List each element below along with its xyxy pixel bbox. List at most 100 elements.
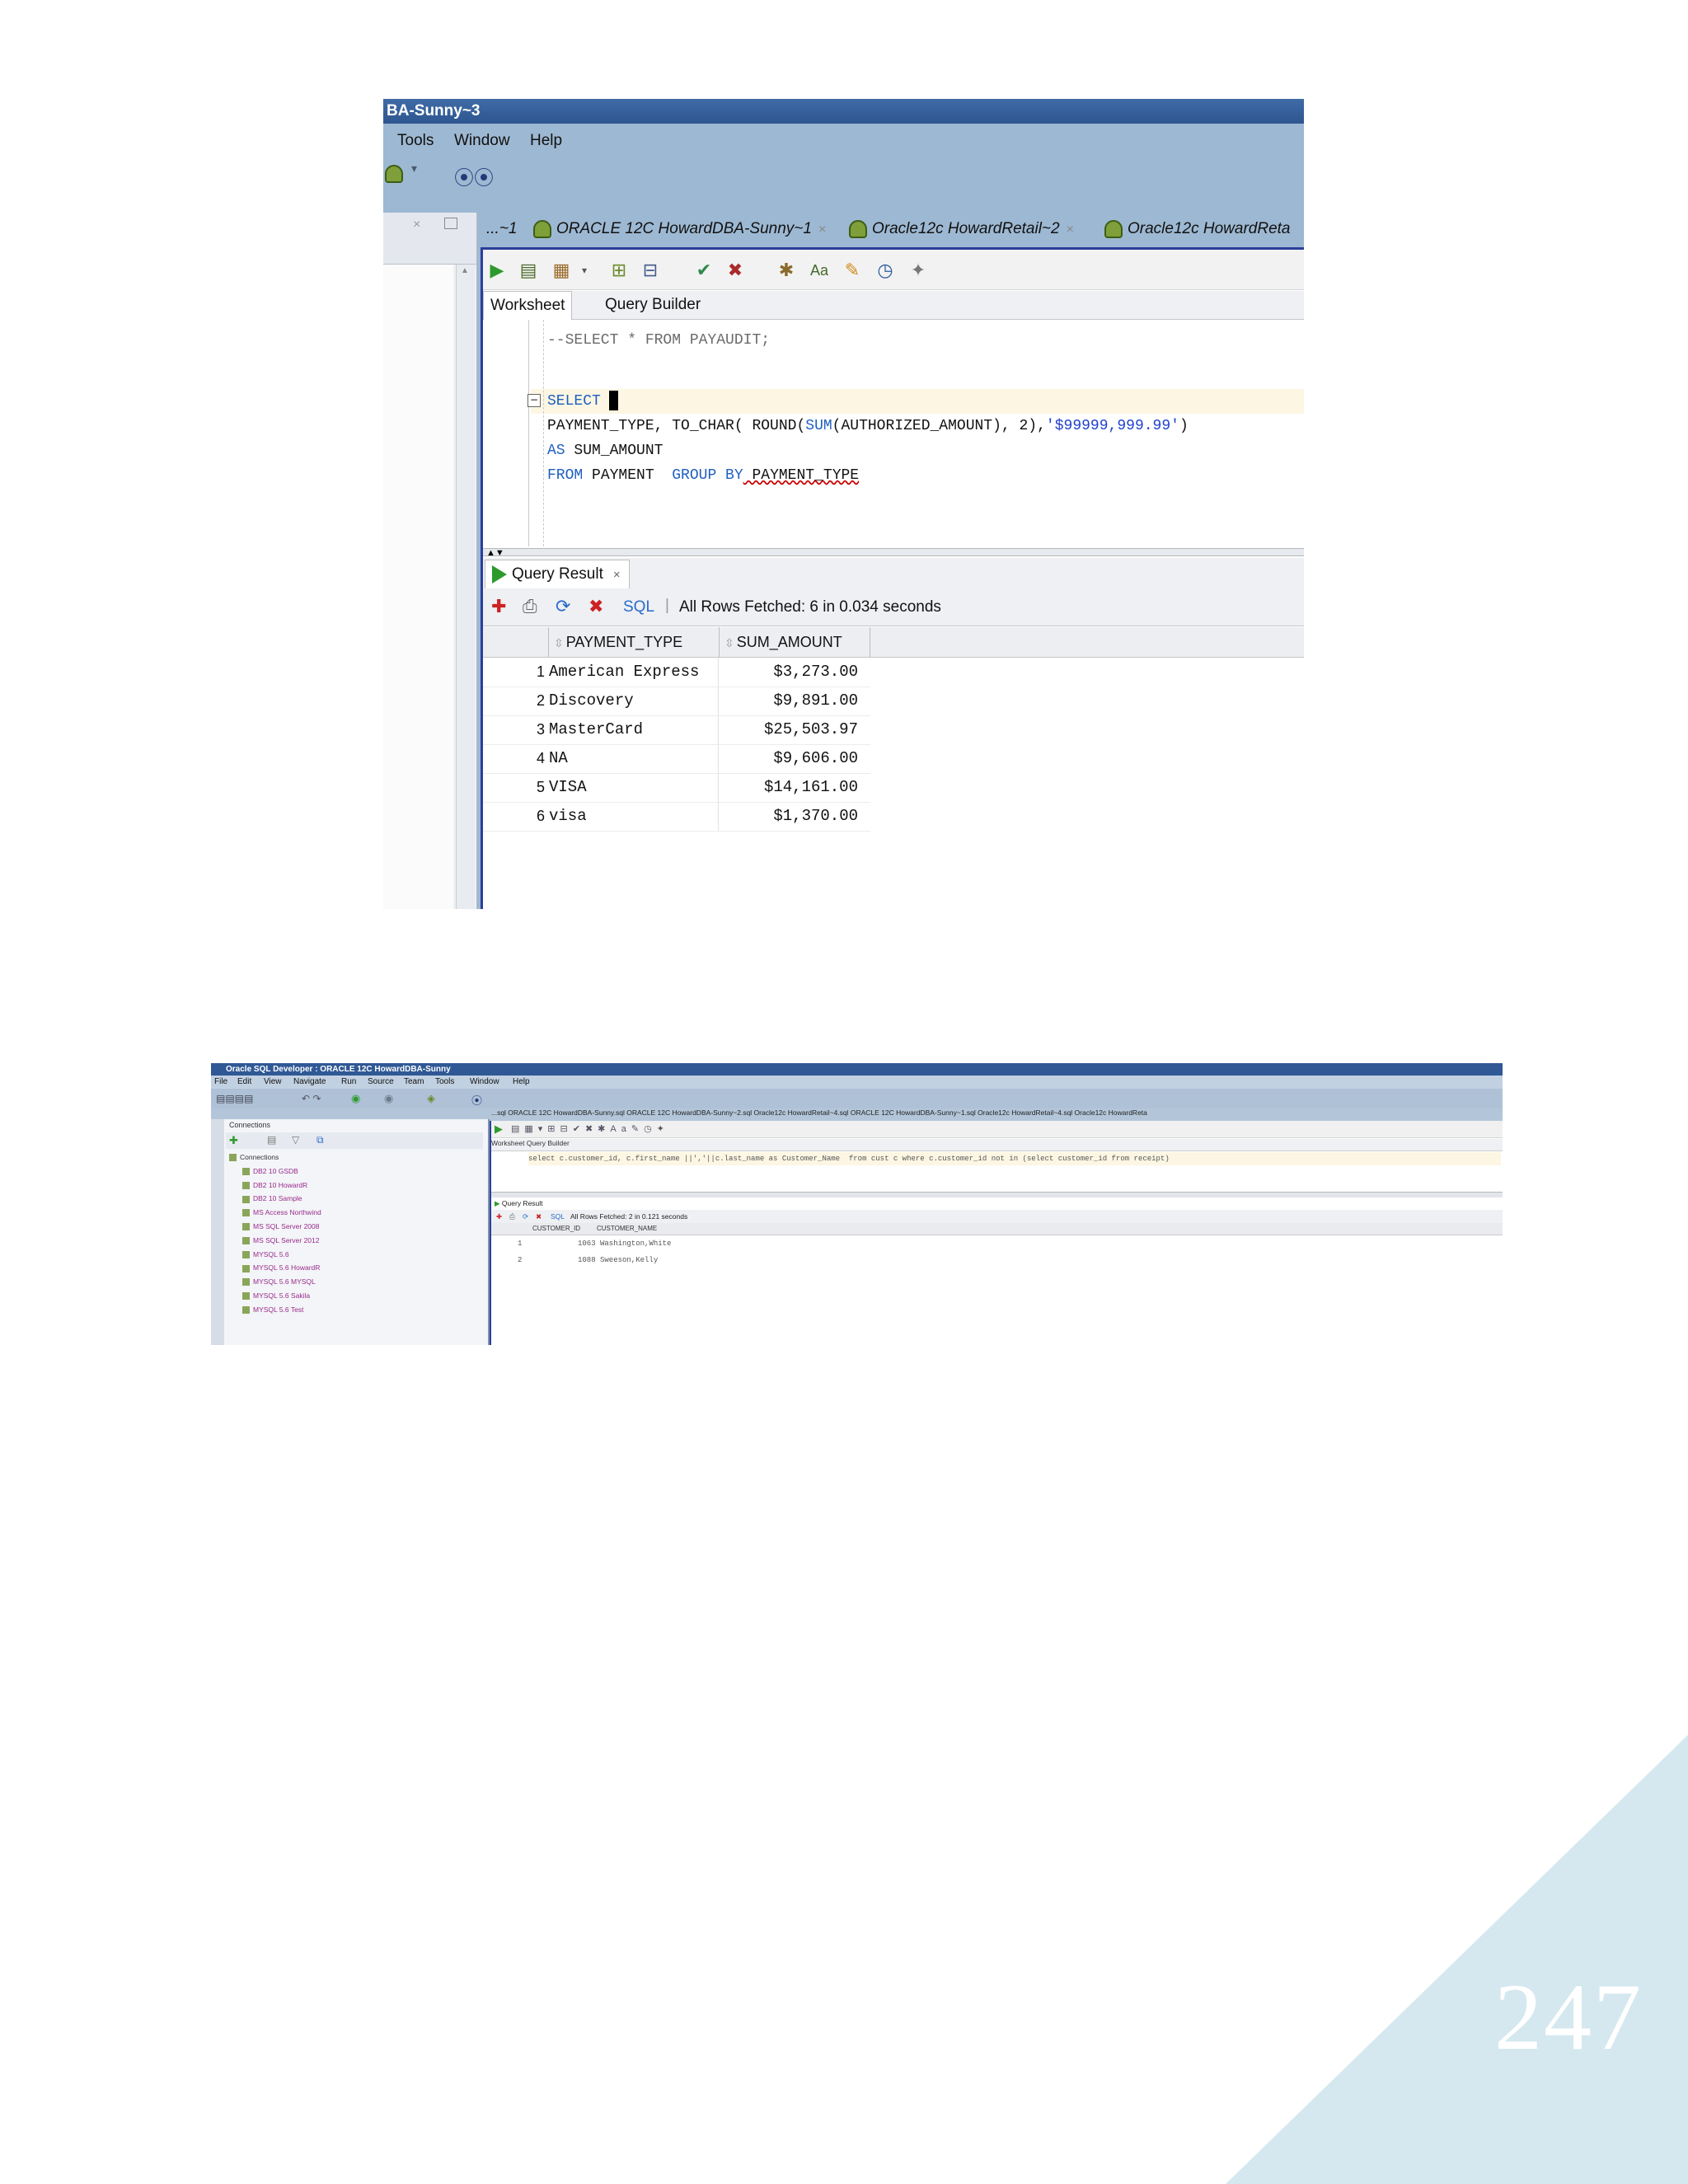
tree-item[interactable]: Connections <box>229 1151 321 1165</box>
close-icon[interactable]: × <box>818 223 826 237</box>
menu-tools[interactable]: Tools <box>435 1076 454 1089</box>
format-wrench-icon[interactable]: ✦ <box>907 260 929 281</box>
editor-result-splitter[interactable] <box>491 1192 1503 1197</box>
dropdown-arrow-icon[interactable]: ▾ <box>411 162 417 176</box>
tab-worksheet-1[interactable]: ...~1 <box>486 213 518 246</box>
tab-oracle-howardretail-2[interactable]: Oracle12c HowardRetail~2 × <box>849 213 1074 246</box>
minimize-icon[interactable] <box>444 218 457 229</box>
sql-history-icon[interactable]: ◷ <box>874 260 896 281</box>
print-icon[interactable]: ⎙ <box>523 596 537 617</box>
pin-icon[interactable]: ✚ <box>491 596 506 617</box>
pin-icon[interactable]: ✚ <box>496 1210 502 1223</box>
left-panel-scrollbar[interactable]: ▲ <box>456 265 475 909</box>
table-row[interactable]: 5 VISA $14,161.00 <box>483 773 870 803</box>
connection-icon <box>242 1278 250 1286</box>
menu-help[interactable]: Help <box>530 132 562 150</box>
cancel-query-icon[interactable]: ✖ <box>536 1210 542 1223</box>
table-row[interactable]: 3 MasterCard $25,503.97 <box>483 715 870 745</box>
sql-code-area[interactable]: − --SELECT * FROM PAYAUDIT; SELECT PAYME… <box>528 320 1304 546</box>
menu-tools[interactable]: Tools <box>397 132 434 150</box>
menu-team[interactable]: Team <box>404 1076 424 1089</box>
menu-run[interactable]: Run <box>341 1076 356 1089</box>
tree-item[interactable]: MS SQL Server 2012 <box>229 1234 321 1248</box>
refresh-icon[interactable]: ⟳ <box>523 1210 528 1223</box>
add-connection-icon[interactable]: ✚ <box>229 1134 238 1147</box>
autotrace-icon[interactable]: ▦ <box>551 260 572 281</box>
tab-oracle-howardretail[interactable]: Oracle12c HowardReta <box>1104 213 1290 246</box>
column-header-sum-amount[interactable]: ⇳ SUM_AMOUNT <box>720 627 870 657</box>
tab-query-builder[interactable]: Query Builder <box>598 291 707 319</box>
sql-tuning-icon[interactable]: ⊟ <box>640 260 661 281</box>
tree-item[interactable]: MS SQL Server 2008 <box>229 1220 321 1234</box>
worksheet-subtab-bar[interactable]: Worksheet Query Builder <box>491 1139 1503 1151</box>
tab-worksheet[interactable]: Worksheet <box>483 291 573 320</box>
tree-item[interactable]: MYSQL 5.6 Test <box>229 1303 321 1317</box>
dropdown-arrow-icon[interactable]: ▾ <box>574 260 595 281</box>
close-icon[interactable]: × <box>613 568 621 582</box>
binoculars-icon[interactable]: ⦿⦿ <box>454 162 494 190</box>
refresh-icon[interactable]: ⟳ <box>556 596 570 617</box>
forward-icon[interactable]: ◉ <box>384 1092 393 1105</box>
sql-code-area[interactable]: select c.customer_id, c.first_name ||','… <box>491 1151 1503 1191</box>
column-header-payment-type[interactable]: ⇳ PAYMENT_TYPE <box>549 627 720 657</box>
table-row[interactable]: 4 NA $9,606.00 <box>483 744 870 774</box>
refresh-icon[interactable]: ▤ <box>267 1134 276 1146</box>
menu-bar <box>383 124 1304 153</box>
tree-item[interactable]: MS Access Northwind <box>229 1206 321 1220</box>
print-icon[interactable]: ⎙ <box>509 1210 515 1223</box>
menu-help[interactable]: Help <box>513 1076 530 1089</box>
explain-plan-icon[interactable]: ⊞ <box>608 260 630 281</box>
scroll-up-icon[interactable]: ▲ <box>461 266 469 275</box>
column-header-customer-name[interactable]: CUSTOMER_NAME <box>597 1223 657 1235</box>
commit-icon[interactable]: ✔ <box>693 260 715 281</box>
menu-file[interactable]: File <box>214 1076 227 1089</box>
unshared-sql-icon[interactable]: ✱ <box>776 260 797 281</box>
clear-eraser-icon[interactable]: ✎ <box>842 260 863 281</box>
sort-icon[interactable]: ⇳ <box>724 636 734 649</box>
binoculars-icon[interactable]: ⦿ <box>471 1092 482 1108</box>
worksheet-tools-icons[interactable]: ▤▦▾⊞⊟✔✖✱Aa✎◷✦ <box>511 1123 669 1134</box>
table-row[interactable]: 2 Discovery $9,891.00 <box>483 687 870 716</box>
undo-redo-icon[interactable]: ↶ ↷ <box>302 1093 321 1104</box>
page-number: 247 <box>1494 1965 1643 2070</box>
new-file-icon[interactable]: ▤▤▤▤ <box>216 1093 253 1104</box>
run-statement-icon[interactable]: ▶ <box>486 260 508 281</box>
tree-item[interactable]: DB2 10 Sample <box>229 1192 321 1206</box>
editor-tab-bar[interactable]: ...sql ORACLE 12C HowardDBA-Sunny.sql OR… <box>491 1108 1503 1121</box>
menu-window[interactable]: Window <box>454 132 510 150</box>
tree-item[interactable]: MYSQL 5.6 Sakila <box>229 1289 321 1303</box>
tree-item[interactable]: DB2 10 GSDB <box>229 1165 321 1179</box>
close-icon[interactable]: × <box>413 218 420 232</box>
run-script-icon[interactable]: ▤ <box>518 260 539 281</box>
menu-edit[interactable]: Edit <box>237 1076 251 1089</box>
tab-query-result[interactable]: ▶ Query Result <box>495 1198 543 1209</box>
menu-navigate[interactable]: Navigate <box>293 1076 326 1089</box>
tree-item[interactable]: DB2 10 HowardR <box>229 1179 321 1193</box>
to-upper-lower-icon[interactable]: Aa <box>809 260 830 281</box>
sql-worksheet-icon[interactable] <box>385 165 403 183</box>
back-icon[interactable]: ◉ <box>351 1092 360 1105</box>
sql-link[interactable]: SQL <box>623 598 654 616</box>
table-row[interactable]: 6 visa $1,370.00 <box>483 802 870 832</box>
column-header-customer-id[interactable]: CUSTOMER_ID <box>532 1223 580 1235</box>
menu-source[interactable]: Source <box>368 1076 394 1089</box>
tree-item[interactable]: MYSQL 5.6 <box>229 1248 321 1262</box>
fold-toggle-icon[interactable]: − <box>528 394 541 407</box>
menu-window[interactable]: Window <box>470 1076 499 1089</box>
sql-link[interactable]: SQL <box>551 1210 565 1223</box>
tab-query-result[interactable]: Query Result × <box>485 560 630 588</box>
run-statement-icon[interactable]: ▶ <box>495 1122 503 1136</box>
filter-icon[interactable]: ▽ <box>292 1134 299 1146</box>
tree-item[interactable]: MYSQL 5.6 HowardR <box>229 1261 321 1275</box>
editor-result-splitter[interactable]: ▲▼ <box>483 548 1304 558</box>
cancel-query-icon[interactable]: ✖ <box>588 596 603 617</box>
sort-icon[interactable]: ⇳ <box>554 636 564 649</box>
table-row[interactable]: 1 American Express $3,273.00 <box>483 658 870 687</box>
schema-browser-icon[interactable]: ⧉ <box>316 1134 324 1146</box>
tab-oracle-howarddba[interactable]: ORACLE 12C HowardDBA-Sunny~1 × <box>533 213 826 246</box>
tree-item[interactable]: MYSQL 5.6 MYSQL <box>229 1275 321 1289</box>
close-icon[interactable]: × <box>1067 223 1074 237</box>
sql-worksheet-icon[interactable]: ◈ <box>427 1092 435 1105</box>
menu-view[interactable]: View <box>264 1076 282 1089</box>
rollback-icon[interactable]: ✖ <box>724 260 746 281</box>
